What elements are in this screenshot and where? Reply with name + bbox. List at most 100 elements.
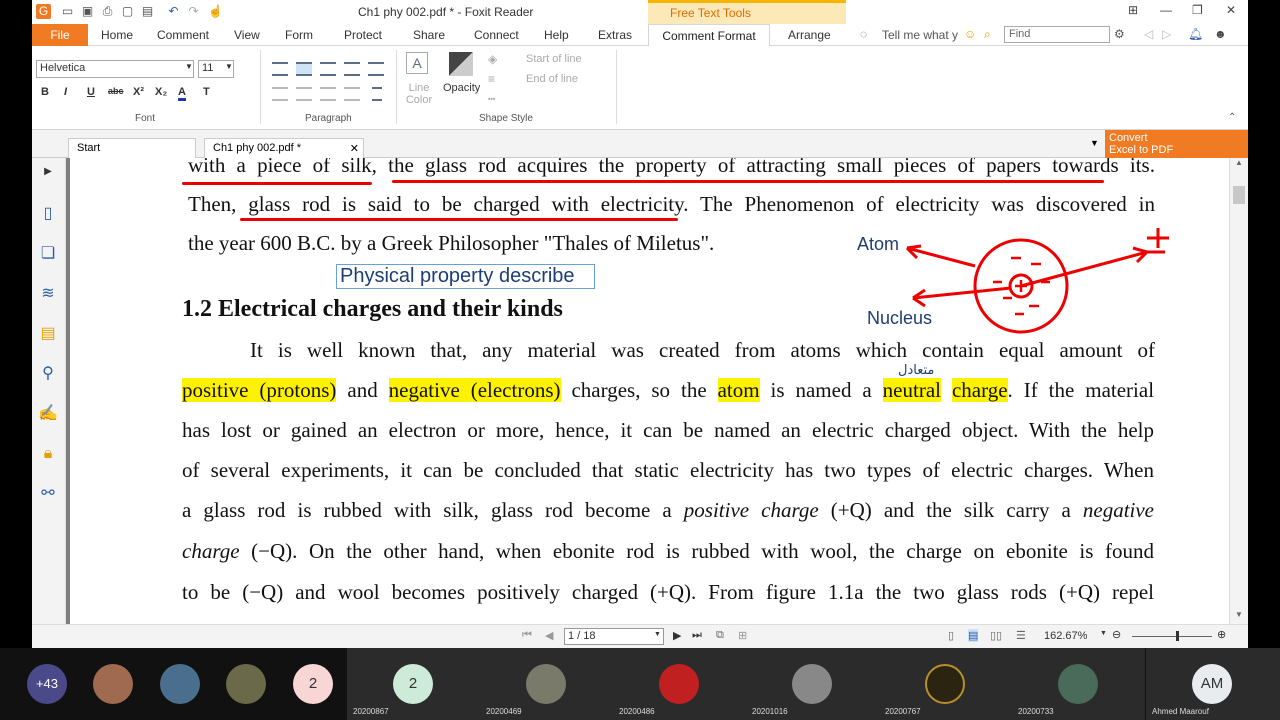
tab-connect[interactable]: Connect [474, 28, 519, 42]
account-icon[interactable]: ☻ [1214, 27, 1227, 41]
tab-arrange[interactable]: Arrange [788, 28, 831, 42]
end-of-line-select[interactable]: End of line [526, 73, 578, 85]
redo-icon[interactable]: ↷ [186, 4, 201, 19]
tab-extras[interactable]: Extras [598, 28, 632, 42]
align-center-icon[interactable] [320, 62, 336, 76]
strikethrough-button[interactable]: abc [108, 86, 124, 96]
continuous-facing-icon[interactable]: ☰ [1016, 629, 1026, 642]
zoom-slider-thumb[interactable] [1176, 631, 1179, 641]
lock-icon[interactable]: 🔒︎ [38, 444, 58, 464]
tab-start[interactable]: Start [68, 138, 196, 158]
bell-icon[interactable]: 🔔︎ [1188, 27, 1203, 41]
avatar[interactable] [226, 664, 266, 704]
avatar[interactable] [93, 664, 133, 704]
document-view[interactable]: with a piece of silk, the glass rod acqu… [66, 158, 1229, 624]
close-tab-icon[interactable]: ✕ [350, 142, 359, 155]
align-right-icon[interactable] [344, 62, 360, 76]
tab-form[interactable]: Form [285, 28, 313, 42]
highlight[interactable]: negative (electrons) [388, 378, 561, 402]
participant-tile[interactable]: 20200486 [613, 648, 746, 720]
line-color-button[interactable]: Line Color [402, 82, 436, 106]
scroll-up-icon[interactable]: ▲ [1235, 158, 1243, 167]
participant-tile[interactable]: 20201016 [746, 648, 879, 720]
close-button[interactable]: ✕ [1226, 3, 1236, 17]
italic-button[interactable]: I [64, 86, 67, 98]
spacing-icon[interactable] [320, 87, 336, 101]
highlight[interactable]: atom [717, 378, 760, 402]
line-spacing-icon[interactable] [372, 87, 382, 101]
zoom-out-icon[interactable]: ⊖ [1112, 628, 1121, 641]
forward-icon[interactable]: ▷ [1162, 27, 1171, 41]
split-page-icon[interactable]: ⊞ [738, 629, 747, 642]
save-icon[interactable]: ▣ [80, 4, 95, 19]
tab-comment-format[interactable]: Comment Format [648, 24, 770, 47]
minimize-button[interactable]: — [1160, 3, 1172, 17]
text-style-button[interactable]: T [203, 86, 210, 98]
line-color-icon[interactable]: A [406, 52, 428, 74]
page-number-input[interactable]: 1 / 18 [564, 628, 664, 645]
avatar[interactable]: 2 [293, 664, 333, 704]
prev-page-icon[interactable]: ◀ [545, 629, 553, 642]
underline-button[interactable]: U [87, 86, 95, 98]
more-participants-button[interactable]: +43 [27, 664, 67, 704]
convert-excel-banner[interactable]: Convert Excel to PDF [1105, 130, 1248, 158]
print-icon[interactable]: ⎙ [100, 4, 115, 19]
highlight[interactable]: charge [951, 378, 1008, 402]
tab-file[interactable]: File [32, 24, 88, 46]
avatar[interactable] [160, 664, 200, 704]
align-left-icon[interactable] [296, 62, 312, 76]
start-of-line-select[interactable]: Start of line [526, 53, 582, 65]
zoom-slider[interactable] [1132, 636, 1212, 637]
new-icon[interactable]: ▢ [120, 4, 135, 19]
next-page-icon[interactable]: ▶ [673, 629, 681, 642]
indent-increase-icon[interactable] [296, 87, 312, 101]
facing-page-icon[interactable]: ▯▯ [990, 629, 1002, 642]
opacity-button[interactable]: Opacity [443, 82, 480, 94]
stack-icon[interactable]: ≋ [38, 284, 58, 304]
layers-icon[interactable]: ❏ [38, 244, 58, 264]
attachment-icon[interactable]: ⚲ [38, 364, 58, 384]
participant-tile[interactable]: AM Ahmed Maarouf [1146, 648, 1280, 720]
tab-home[interactable]: Home [101, 28, 133, 42]
find-options-icon[interactable]: ⌕ [984, 27, 991, 42]
highlight[interactable]: positive (protons) [182, 378, 337, 402]
zoom-in-icon[interactable]: ⊕ [1217, 628, 1226, 641]
paragraph-spacing-icon[interactable] [344, 87, 360, 101]
participant-tile[interactable]: 2 20200867 [347, 648, 480, 720]
indent-decrease-icon[interactable] [272, 87, 288, 101]
smile-icon[interactable]: ☺ [964, 27, 976, 41]
expand-panel-icon[interactable]: ▶ [38, 162, 58, 182]
fill-color-icon[interactable]: ◈ [488, 52, 497, 66]
restore-button[interactable]: ❐ [1192, 3, 1203, 17]
scroll-down-icon[interactable]: ▼ [1235, 610, 1243, 619]
comments-icon[interactable]: ▤ [38, 324, 58, 344]
subscript-button[interactable]: X₂ [155, 86, 167, 98]
tabs-dropdown-icon[interactable]: ▼ [1090, 138, 1099, 148]
last-page-icon[interactable]: ⏭ [692, 629, 702, 642]
find-input[interactable]: Find [1004, 26, 1110, 43]
pages-icon[interactable]: ▯ [38, 204, 58, 224]
open-icon[interactable]: ▭ [60, 4, 75, 19]
tab-document[interactable]: Ch1 phy 002.pdf * ✕ [204, 138, 364, 158]
tab-help[interactable]: Help [544, 28, 569, 42]
scroll-thumb[interactable] [1233, 186, 1245, 204]
font-name-select[interactable]: Helvetica [36, 60, 194, 78]
back-icon[interactable]: ◁ [1144, 27, 1153, 41]
bold-button[interactable]: B [41, 86, 49, 98]
undo-icon[interactable]: ↶ [166, 4, 181, 19]
highlight[interactable]: neutral [882, 378, 941, 402]
tab-view[interactable]: View [234, 28, 260, 42]
tab-protect[interactable]: Protect [344, 28, 382, 42]
tab-comment[interactable]: Comment [157, 28, 209, 42]
participant-tile[interactable]: 20200767 [879, 648, 1012, 720]
single-page-icon[interactable]: ▯ [948, 629, 954, 642]
free-text-annotation[interactable]: Physical property describe [336, 264, 595, 289]
participant-tile[interactable]: 20200733 [1012, 648, 1145, 720]
tell-me-input[interactable]: Tell me what y [882, 28, 958, 42]
settings-icon[interactable]: ⚙ [1114, 27, 1125, 41]
line-width-icon[interactable]: ≡ [488, 72, 495, 86]
bullet-list-icon[interactable] [272, 62, 288, 76]
line-style-icon[interactable]: ┅ [488, 92, 495, 106]
signature-icon[interactable]: ✍ [38, 404, 58, 424]
zoom-level[interactable]: 162.67% [1044, 630, 1087, 642]
